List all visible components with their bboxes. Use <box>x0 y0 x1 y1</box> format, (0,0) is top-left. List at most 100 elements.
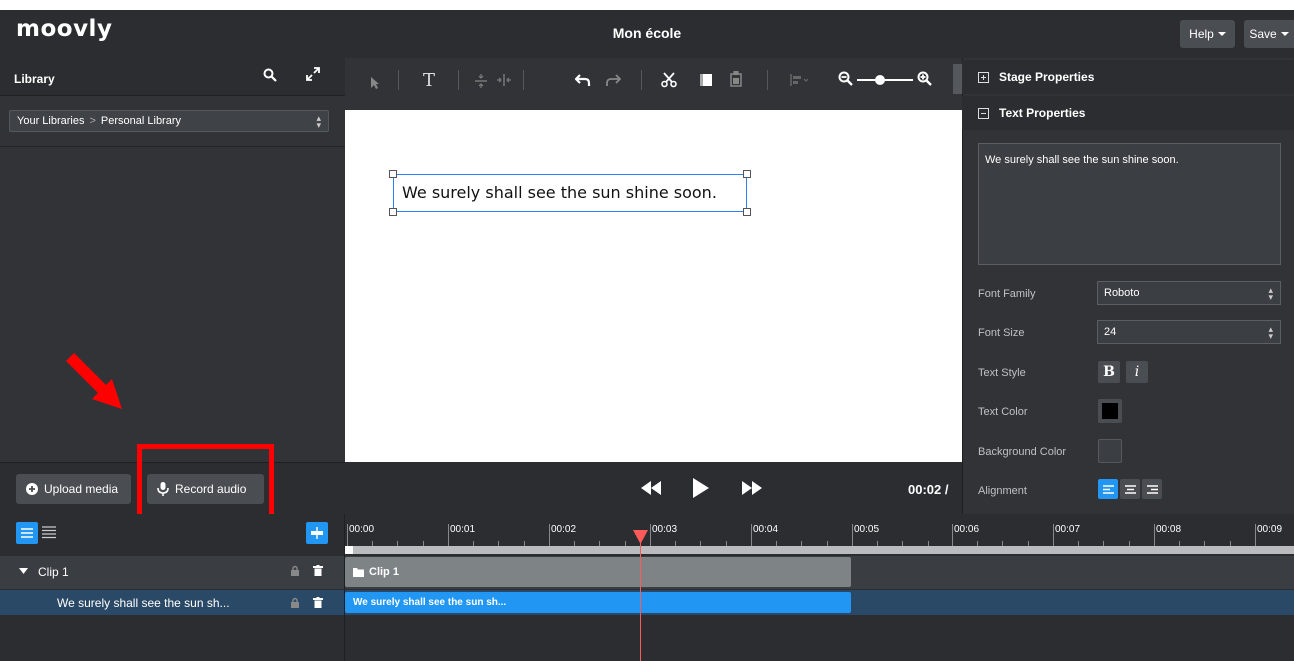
ruler-major-tick <box>549 524 550 548</box>
timeline-scrub-track[interactable] <box>345 546 1294 554</box>
ruler-tick-label: 00:04 <box>753 524 779 535</box>
resize-handle[interactable] <box>389 170 397 178</box>
trash-icon[interactable] <box>313 565 323 576</box>
font-size-select[interactable]: 24 ▴ ▾ <box>1097 320 1281 344</box>
align-left-button[interactable] <box>1098 479 1118 499</box>
project-title[interactable]: Mon école <box>0 25 1294 41</box>
play-icon[interactable] <box>692 478 710 498</box>
align-left-icon[interactable] <box>790 74 810 86</box>
stage-text-object[interactable]: We surely shall see the sun shine soon. <box>402 183 717 202</box>
stage-properties-header[interactable]: Stage Properties <box>962 60 1294 94</box>
timeline-divider <box>344 514 345 661</box>
text-style-label: Text Style <box>978 367 1026 379</box>
timecode: 00:02 / <box>908 482 949 497</box>
rewind-icon[interactable] <box>640 481 662 495</box>
resize-handle[interactable] <box>389 208 397 216</box>
ruler-tick-label: 00:05 <box>854 524 880 535</box>
toolbar-divider <box>523 70 524 90</box>
clip-bar[interactable]: Clip 1 <box>345 557 851 587</box>
clip-bar-label: Clip 1 <box>369 566 399 578</box>
playhead-marker-icon[interactable] <box>633 530 648 544</box>
red-arrow-annotation <box>64 351 126 413</box>
chevron-down-icon <box>1280 32 1289 36</box>
lock-icon[interactable] <box>290 565 300 576</box>
cut-icon[interactable] <box>661 72 677 88</box>
align-center-button[interactable] <box>1120 479 1140 499</box>
ruler-tick-label: 00:01 <box>450 524 476 535</box>
lock-icon[interactable] <box>290 597 300 608</box>
breadcrumb-separator-icon: > <box>89 115 96 127</box>
toolbar-divider <box>767 70 768 90</box>
timeline-empty-area <box>0 615 1294 661</box>
compact-list-icon[interactable] <box>42 525 56 539</box>
panel-scrollbar[interactable] <box>953 64 962 94</box>
undo-icon[interactable] <box>575 73 591 87</box>
clip-layer-label: Clip 1 <box>38 565 69 579</box>
ruler-tick-label: 00:08 <box>1156 524 1182 535</box>
breadcrumb-current: Personal Library <box>100 115 181 127</box>
ruler-major-tick <box>1154 524 1155 548</box>
text-element-bar[interactable]: We surely shall see the sun sh... <box>345 592 851 613</box>
save-label: Save <box>1249 27 1277 41</box>
expand-icon[interactable] <box>305 66 321 82</box>
search-icon[interactable] <box>263 68 277 82</box>
background-color-swatch[interactable] <box>1098 439 1122 463</box>
text-layer-label: We surely shall see the sun sh... <box>57 596 230 610</box>
redo-icon[interactable] <box>605 73 621 87</box>
updown-icon: ▴ ▾ <box>1268 324 1273 341</box>
zoom-out-icon[interactable] <box>838 71 854 87</box>
align-right-button[interactable] <box>1142 479 1162 499</box>
alignment-label: Alignment <box>978 485 1027 497</box>
color-preview <box>1102 403 1118 419</box>
resize-handle[interactable] <box>743 170 751 178</box>
help-button[interactable]: Help <box>1180 20 1235 48</box>
text-color-label: Text Color <box>978 406 1028 418</box>
zoom-in-icon[interactable] <box>917 71 933 87</box>
copy-icon[interactable] <box>700 74 712 86</box>
zoom-slider-handle[interactable] <box>875 75 885 85</box>
scrub-start-marker[interactable] <box>345 546 353 554</box>
text-tool-icon[interactable]: T <box>423 70 435 91</box>
ruler-tick-label: 00:03 <box>652 524 678 535</box>
stage-canvas[interactable] <box>345 110 962 462</box>
distribute-vertical-icon[interactable] <box>475 74 487 88</box>
trash-icon[interactable] <box>313 597 323 608</box>
fast-forward-icon[interactable] <box>741 481 763 495</box>
text-properties-header[interactable]: Text Properties <box>962 96 1294 130</box>
font-size-label: Font Size <box>978 327 1025 339</box>
distribute-horizontal-icon[interactable] <box>497 74 511 86</box>
library-select[interactable]: Your Libraries > Personal Library ▴ ▾ <box>9 110 329 132</box>
align-right-icon <box>1146 484 1158 494</box>
text-content-field[interactable]: We surely shall see the sun shine soon. <box>978 143 1281 265</box>
folder-icon <box>353 567 364 577</box>
text-bar-label: We surely shall see the sun sh... <box>353 597 507 608</box>
upload-media-button[interactable]: Upload media <box>16 474 131 504</box>
ruler-tick-label: 00:00 <box>349 524 375 535</box>
ruler-major-tick <box>751 524 752 548</box>
ruler-major-tick <box>852 524 853 548</box>
resize-handle[interactable] <box>743 208 751 216</box>
paste-icon[interactable] <box>730 71 742 87</box>
bold-button[interactable]: B <box>1098 361 1120 383</box>
zoom-slider-track[interactable] <box>857 79 913 81</box>
timeline-ruler[interactable] <box>345 514 1294 548</box>
stage-toolbar <box>345 58 962 110</box>
list-view-button[interactable] <box>16 522 38 544</box>
expand-plus-icon <box>978 71 989 83</box>
caret-down-icon[interactable] <box>19 568 28 574</box>
italic-button[interactable]: i <box>1126 361 1148 383</box>
playhead-line[interactable] <box>640 534 641 661</box>
ruler-major-tick <box>650 524 651 548</box>
align-left-icon <box>1102 484 1114 494</box>
divider <box>0 146 345 147</box>
save-button[interactable]: Save <box>1244 20 1294 48</box>
toolbar-divider <box>641 70 642 90</box>
toolbar-divider <box>398 70 399 90</box>
select-pointer-icon[interactable] <box>370 76 380 90</box>
text-properties-label: Text Properties <box>999 106 1086 120</box>
stage-properties-label: Stage Properties <box>999 70 1095 84</box>
ruler-tick-label: 00:09 <box>1257 524 1283 535</box>
font-family-select[interactable]: Roboto ▴ ▾ <box>1097 281 1281 305</box>
timeline-snap-button[interactable] <box>306 522 328 544</box>
text-color-swatch[interactable] <box>1098 399 1122 423</box>
